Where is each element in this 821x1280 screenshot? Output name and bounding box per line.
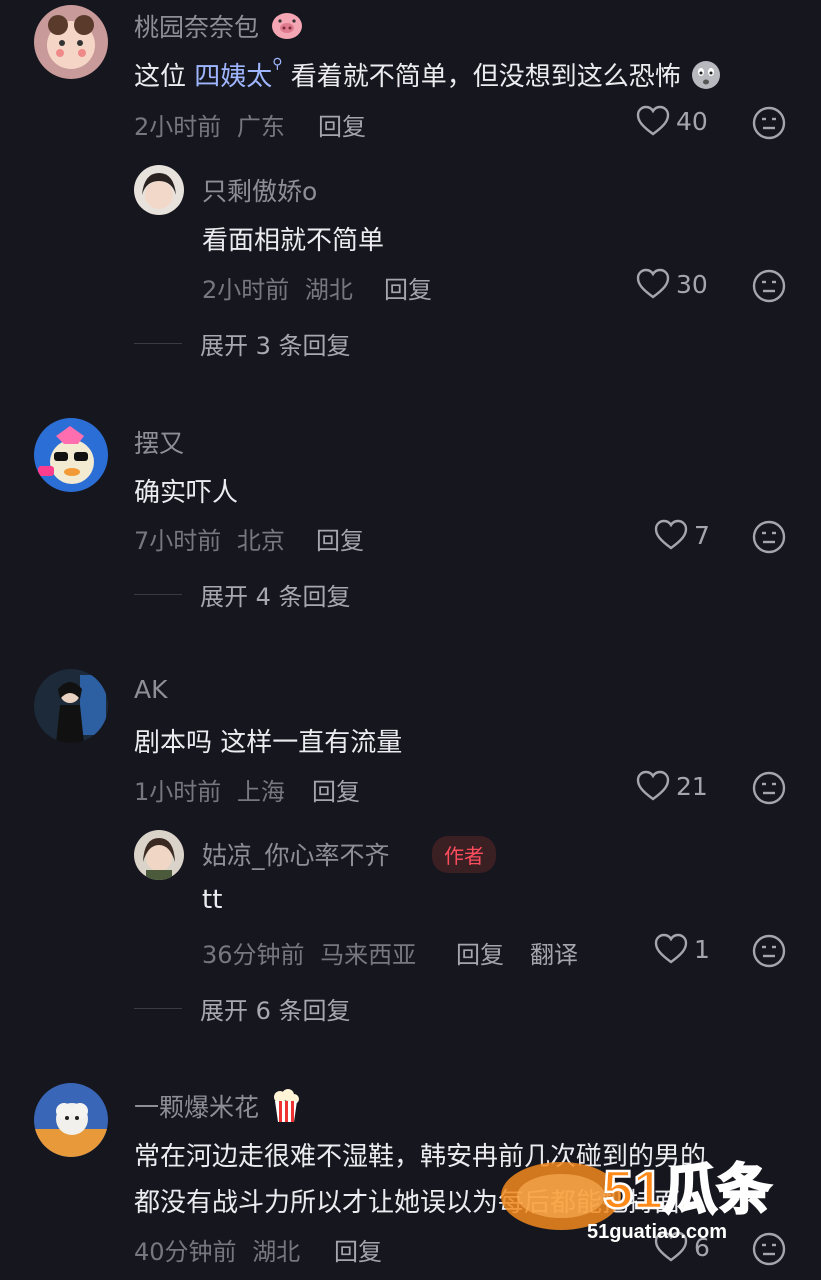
timestamp: 36分钟前: [202, 941, 305, 969]
expand-replies-label: 展开 3 条回复: [200, 332, 351, 360]
popcorn-icon: [271, 1089, 301, 1129]
avatar[interactable]: [34, 418, 108, 492]
location: 上海: [236, 778, 285, 806]
heart-icon: [636, 770, 670, 801]
expand-replies-label: 展开 4 条回复: [200, 583, 351, 611]
translate-button[interactable]: 翻译: [530, 935, 578, 970]
location: 湖北: [304, 276, 353, 304]
comment-text: 确实吓人: [134, 478, 239, 508]
username[interactable]: 只剩傲娇o: [202, 172, 317, 208]
watermark-url: 51guatiao.com: [587, 1221, 727, 1243]
username-text: 桃园奈奈包: [134, 13, 260, 42]
expand-replies-label: 展开 6 条回复: [200, 997, 351, 1025]
pig-face-icon: [271, 12, 303, 46]
avatar[interactable]: [134, 165, 184, 215]
timestamp: 1小时前: [134, 778, 222, 806]
comment-text: 看面相就不简单: [202, 226, 385, 256]
divider: [134, 343, 182, 344]
username[interactable]: 摆又: [134, 424, 184, 460]
username[interactable]: AK: [134, 675, 168, 704]
location: 湖北: [252, 1238, 301, 1266]
comment-text: 这位 四姨太⚲ 看着就不简单，但没想到这么恐怖: [134, 56, 723, 98]
comment-meta: 7小时前 北京: [134, 521, 285, 556]
comment-text-part: 这位: [134, 62, 195, 92]
like-button[interactable]: 30: [636, 268, 708, 300]
search-icon: ⚲: [272, 56, 283, 72]
expand-replies-button[interactable]: 展开 3 条回复: [134, 326, 351, 361]
expand-replies-button[interactable]: 展开 4 条回复: [134, 577, 351, 612]
comment-meta: 1小时前 上海: [134, 772, 285, 807]
like-button[interactable]: 40: [636, 105, 708, 137]
like-button[interactable]: 21: [636, 770, 708, 802]
author-badge: 作者: [432, 836, 496, 873]
dislike-face-icon[interactable]: [752, 934, 786, 968]
mention-link[interactable]: 四姨太⚲: [194, 56, 282, 92]
comment-text: tt: [202, 885, 223, 915]
username-text: 一颗爆米花: [134, 1093, 260, 1122]
dislike-face-icon[interactable]: [752, 269, 786, 303]
timestamp: 2小时前: [202, 276, 290, 304]
avatar[interactable]: [34, 669, 108, 743]
avatar[interactable]: [34, 1083, 108, 1157]
location: 广东: [236, 113, 285, 141]
divider: [134, 594, 182, 595]
heart-icon: [654, 933, 688, 964]
watermark-logo: 51瓜条 51guatiao.com: [491, 1148, 791, 1248]
dislike-face-icon[interactable]: [752, 771, 786, 805]
heart-icon: [636, 105, 670, 136]
divider: [134, 1008, 182, 1009]
avatar[interactable]: [134, 830, 184, 880]
like-button[interactable]: 7: [654, 519, 710, 551]
like-count: 21: [676, 771, 708, 801]
comment-text: 剧本吗 这样一直有流量: [134, 728, 403, 758]
shocked-face-icon: [689, 57, 723, 98]
comment-meta: 2小时前 湖北: [202, 270, 353, 305]
like-count: 30: [676, 269, 708, 299]
reply-button[interactable]: 回复: [384, 270, 432, 305]
like-count: 40: [676, 106, 708, 136]
comment-meta: 36分钟前 马来西亚: [202, 935, 416, 970]
mention-text: 四姨太: [194, 62, 273, 92]
location: 马来西亚: [320, 941, 417, 969]
comment-meta: 40分钟前 湖北: [134, 1232, 300, 1267]
comment-text-part: 看着就不简单，但没想到这么恐怖: [282, 62, 681, 92]
watermark-brand: 51瓜条: [603, 1160, 771, 1220]
reply-button[interactable]: 回复: [316, 521, 364, 556]
timestamp: 7小时前: [134, 527, 222, 555]
timestamp: 40分钟前: [134, 1238, 237, 1266]
like-count: 7: [694, 520, 710, 550]
expand-replies-button[interactable]: 展开 6 条回复: [134, 991, 351, 1026]
dislike-face-icon[interactable]: [752, 106, 786, 140]
like-button[interactable]: 1: [654, 933, 710, 965]
heart-icon: [654, 519, 688, 550]
username[interactable]: 一颗爆米花: [134, 1088, 301, 1129]
dislike-face-icon[interactable]: [752, 520, 786, 554]
username[interactable]: 姑凉_你心率不齐: [202, 836, 390, 872]
like-count: 1: [694, 934, 710, 964]
heart-icon: [636, 268, 670, 299]
avatar[interactable]: [34, 5, 108, 79]
comment-meta: 2小时前 广东: [134, 107, 285, 142]
location: 北京: [236, 527, 285, 555]
reply-button[interactable]: 回复: [318, 107, 366, 142]
reply-button[interactable]: 回复: [334, 1232, 382, 1267]
timestamp: 2小时前: [134, 113, 222, 141]
username[interactable]: 桃园奈奈包: [134, 8, 303, 46]
comment-list: 桃园奈奈包 这位 四姨太⚲ 看着就不简单，但没想到这么恐怖 2小时前 广东 回复…: [0, 0, 821, 1280]
reply-button[interactable]: 回复: [312, 772, 360, 807]
reply-button[interactable]: 回复: [456, 935, 504, 970]
